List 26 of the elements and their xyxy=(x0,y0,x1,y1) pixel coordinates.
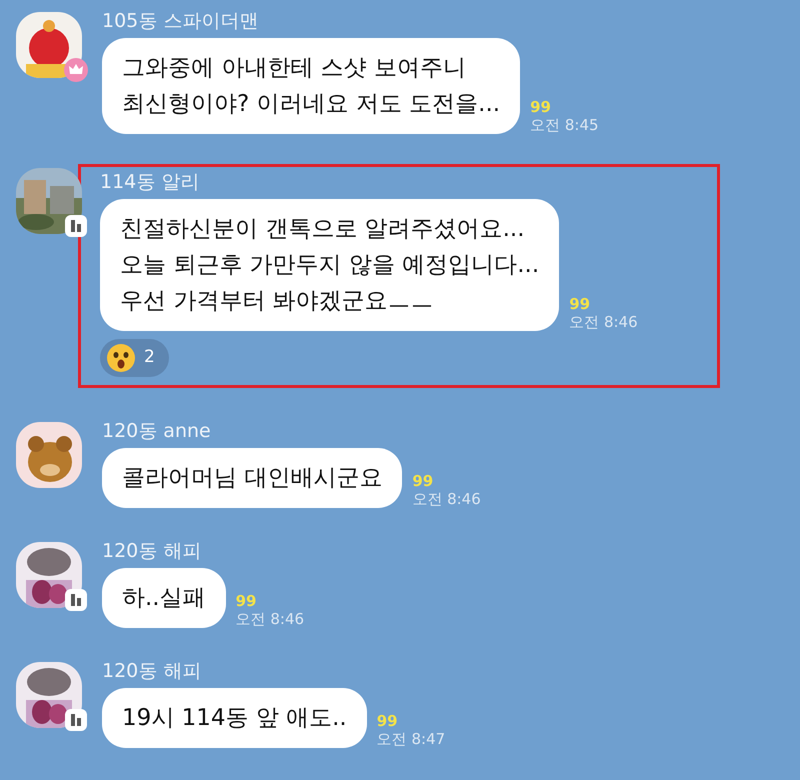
unread-count: 99 xyxy=(569,295,592,313)
sender-name: 105동 스파이더맨 xyxy=(102,9,260,34)
surprised-emoji-icon xyxy=(106,343,136,373)
message-bubble: 그와중에 아내한테 스샷 보여주니 최신형이야? 이러네요 저도 도전을... xyxy=(102,38,520,134)
timestamp: 오전 8:46 xyxy=(569,313,638,331)
building-icon xyxy=(64,214,88,238)
unread-count: 99 xyxy=(412,472,434,490)
crown-icon xyxy=(64,58,88,82)
message-bubble: 콜라어머님 대인배시군요 xyxy=(102,448,402,508)
timestamp: 오전 8:46 xyxy=(412,490,481,508)
message-bubble: 19시 114동 앞 애도.. xyxy=(102,688,367,748)
timestamp: 오전 8:46 xyxy=(236,610,304,628)
message-bubble: 친절하신분이 갠톡으로 알려주셨어요... 오늘 퇴근후 가만두지 않을 예정입니다... 우선 가격부터 봐야겠군요ㅡㅡ xyxy=(100,199,560,331)
unread-count: 99 xyxy=(236,592,258,610)
sender-name: 120동 해피 xyxy=(102,659,202,684)
timestamp: 오전 8:45 xyxy=(530,116,599,134)
sender-name: 120동 해피 xyxy=(102,539,202,564)
timestamp: 오전 8:47 xyxy=(376,730,446,748)
building-icon xyxy=(64,588,88,612)
unread-count: 99 xyxy=(530,98,552,116)
building-icon xyxy=(64,708,88,732)
sender-name: 114동 알리 xyxy=(100,170,200,195)
reaction-chip[interactable]: 2 xyxy=(100,339,169,377)
sender-name: 120동 anne xyxy=(102,419,212,444)
unread-count: 99 xyxy=(376,712,399,730)
message-bubble: 하..실패 xyxy=(102,568,226,628)
